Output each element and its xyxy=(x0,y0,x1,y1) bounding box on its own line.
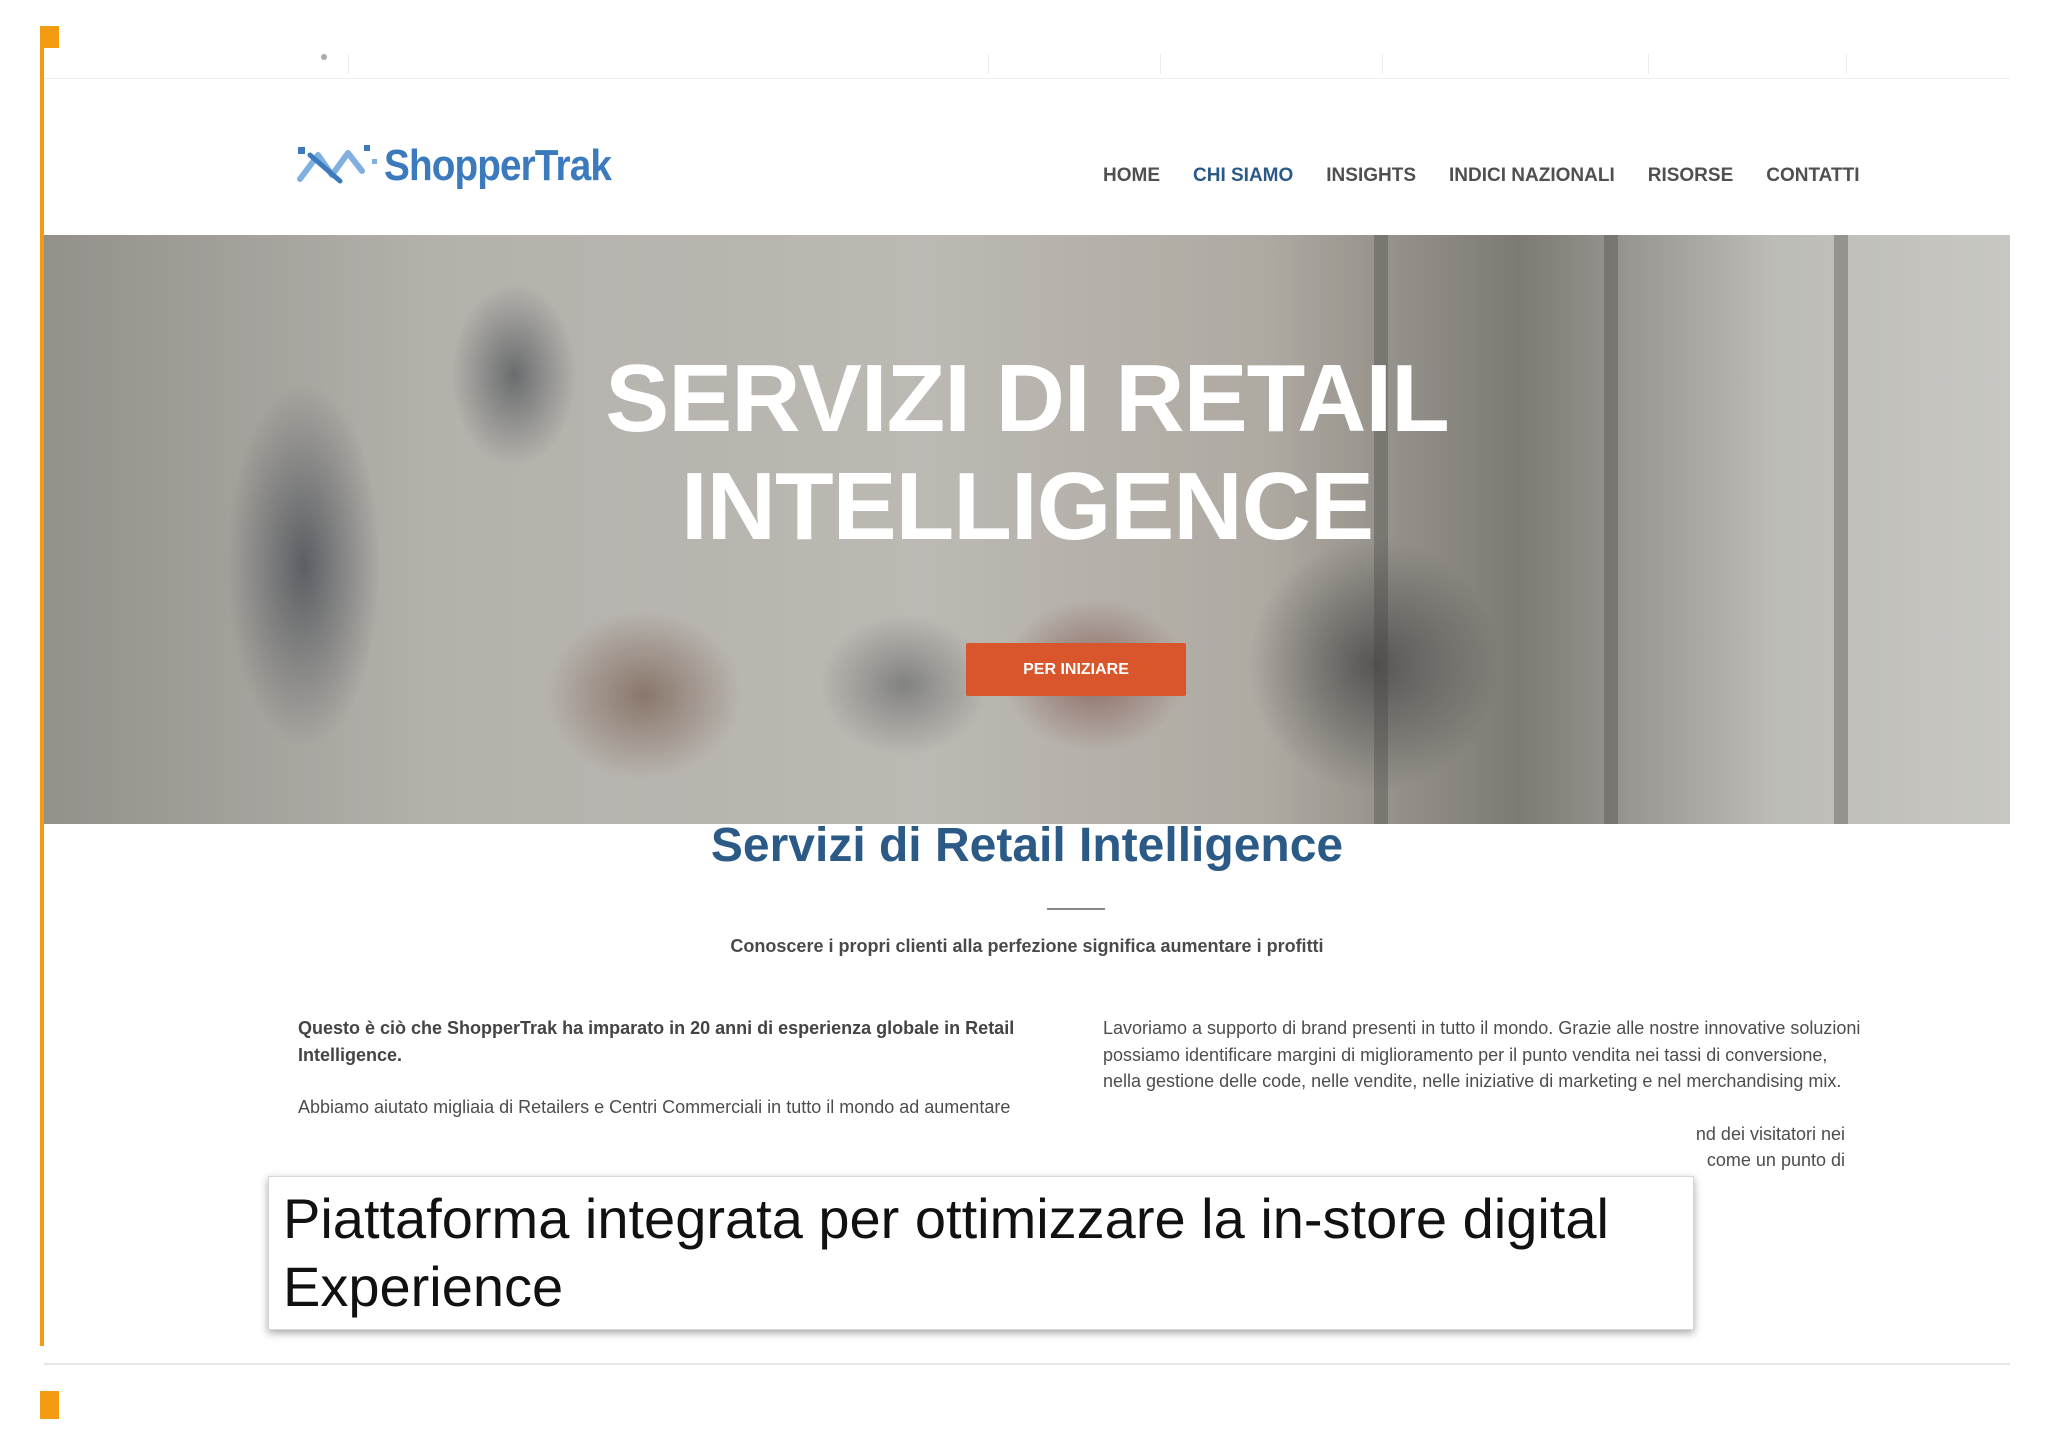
shoppertrak-logo[interactable]: ShopperTrak xyxy=(296,137,642,195)
slide-bottom-rule xyxy=(44,1363,2010,1365)
intro-bold-paragraph: Questo è ciò che ShopperTrak ha imparato… xyxy=(298,1018,1015,1065)
website-screenshot: ShopperTrak HOME CHI SIAMO INSIGHTS INDI… xyxy=(44,48,2010,1358)
hero-banner: SERVIZI DI RETAIL INTELLIGENCE PER INIZI… xyxy=(44,235,2010,824)
hero-title-line-2: INTELLIGENCE xyxy=(680,453,1374,560)
slide-caption: Piattaforma integrata per ottimizzare la… xyxy=(268,1176,1694,1330)
hero-title: SERVIZI DI RETAIL INTELLIGENCE xyxy=(44,345,2010,561)
toolbar-dot-icon xyxy=(321,54,327,60)
toolbar-divider xyxy=(1846,54,1847,74)
intro-right-partial: nd dei visitatori nei come un punto di xyxy=(1103,1121,1845,1174)
toolbar-divider xyxy=(988,54,989,74)
toolbar-divider xyxy=(1382,54,1383,74)
partial-line-2: come un punto di xyxy=(1706,1150,1845,1170)
site-header: ShopperTrak HOME CHI SIAMO INSIGHTS INDI… xyxy=(44,79,2010,233)
logo-text: ShopperTrak xyxy=(384,141,612,190)
section-title: Servizi di Retail Intelligence xyxy=(710,819,1344,872)
nav-home[interactable]: HOME xyxy=(1103,165,1160,187)
intro-paragraph: Abbiamo aiutato migliaia di Retailers e … xyxy=(298,1097,1011,1117)
intro-right-column: Lavoriamo a supporto di brand presenti i… xyxy=(1103,1015,1863,1174)
section-title-rule xyxy=(1047,908,1105,910)
browser-toolbar-strip xyxy=(44,48,2010,79)
intro-left-column: Questo è ciò che ShopperTrak ha imparato… xyxy=(298,1015,1058,1147)
slide-accent-square-bottom xyxy=(40,1391,59,1419)
nav-insights[interactable]: INSIGHTS xyxy=(1326,165,1416,187)
intro-right-paragraph: Lavoriamo a supporto di brand presenti i… xyxy=(1103,1018,1861,1091)
nav-chi-siamo[interactable]: CHI SIAMO xyxy=(1193,165,1293,187)
main-nav: HOME CHI SIAMO INSIGHTS INDICI NAZIONALI… xyxy=(1103,165,1859,187)
nav-contatti[interactable]: CONTATTI xyxy=(1766,165,1859,187)
partial-line-1: nd dei visitatori nei xyxy=(1695,1123,1845,1144)
get-started-button[interactable]: PER INIZIARE xyxy=(966,643,1186,696)
toolbar-divider xyxy=(1648,54,1649,74)
shoppertrak-logo-icon xyxy=(297,145,377,184)
toolbar-divider xyxy=(1160,54,1161,74)
section-tagline: Conoscere i propri clienti alla perfezio… xyxy=(730,936,1324,956)
hero-title-line-1: SERVIZI DI RETAIL xyxy=(605,345,1450,452)
nav-indici-nazionali[interactable]: INDICI NAZIONALI xyxy=(1449,165,1615,187)
toolbar-divider xyxy=(348,54,349,74)
nav-risorse[interactable]: RISORSE xyxy=(1648,165,1734,187)
